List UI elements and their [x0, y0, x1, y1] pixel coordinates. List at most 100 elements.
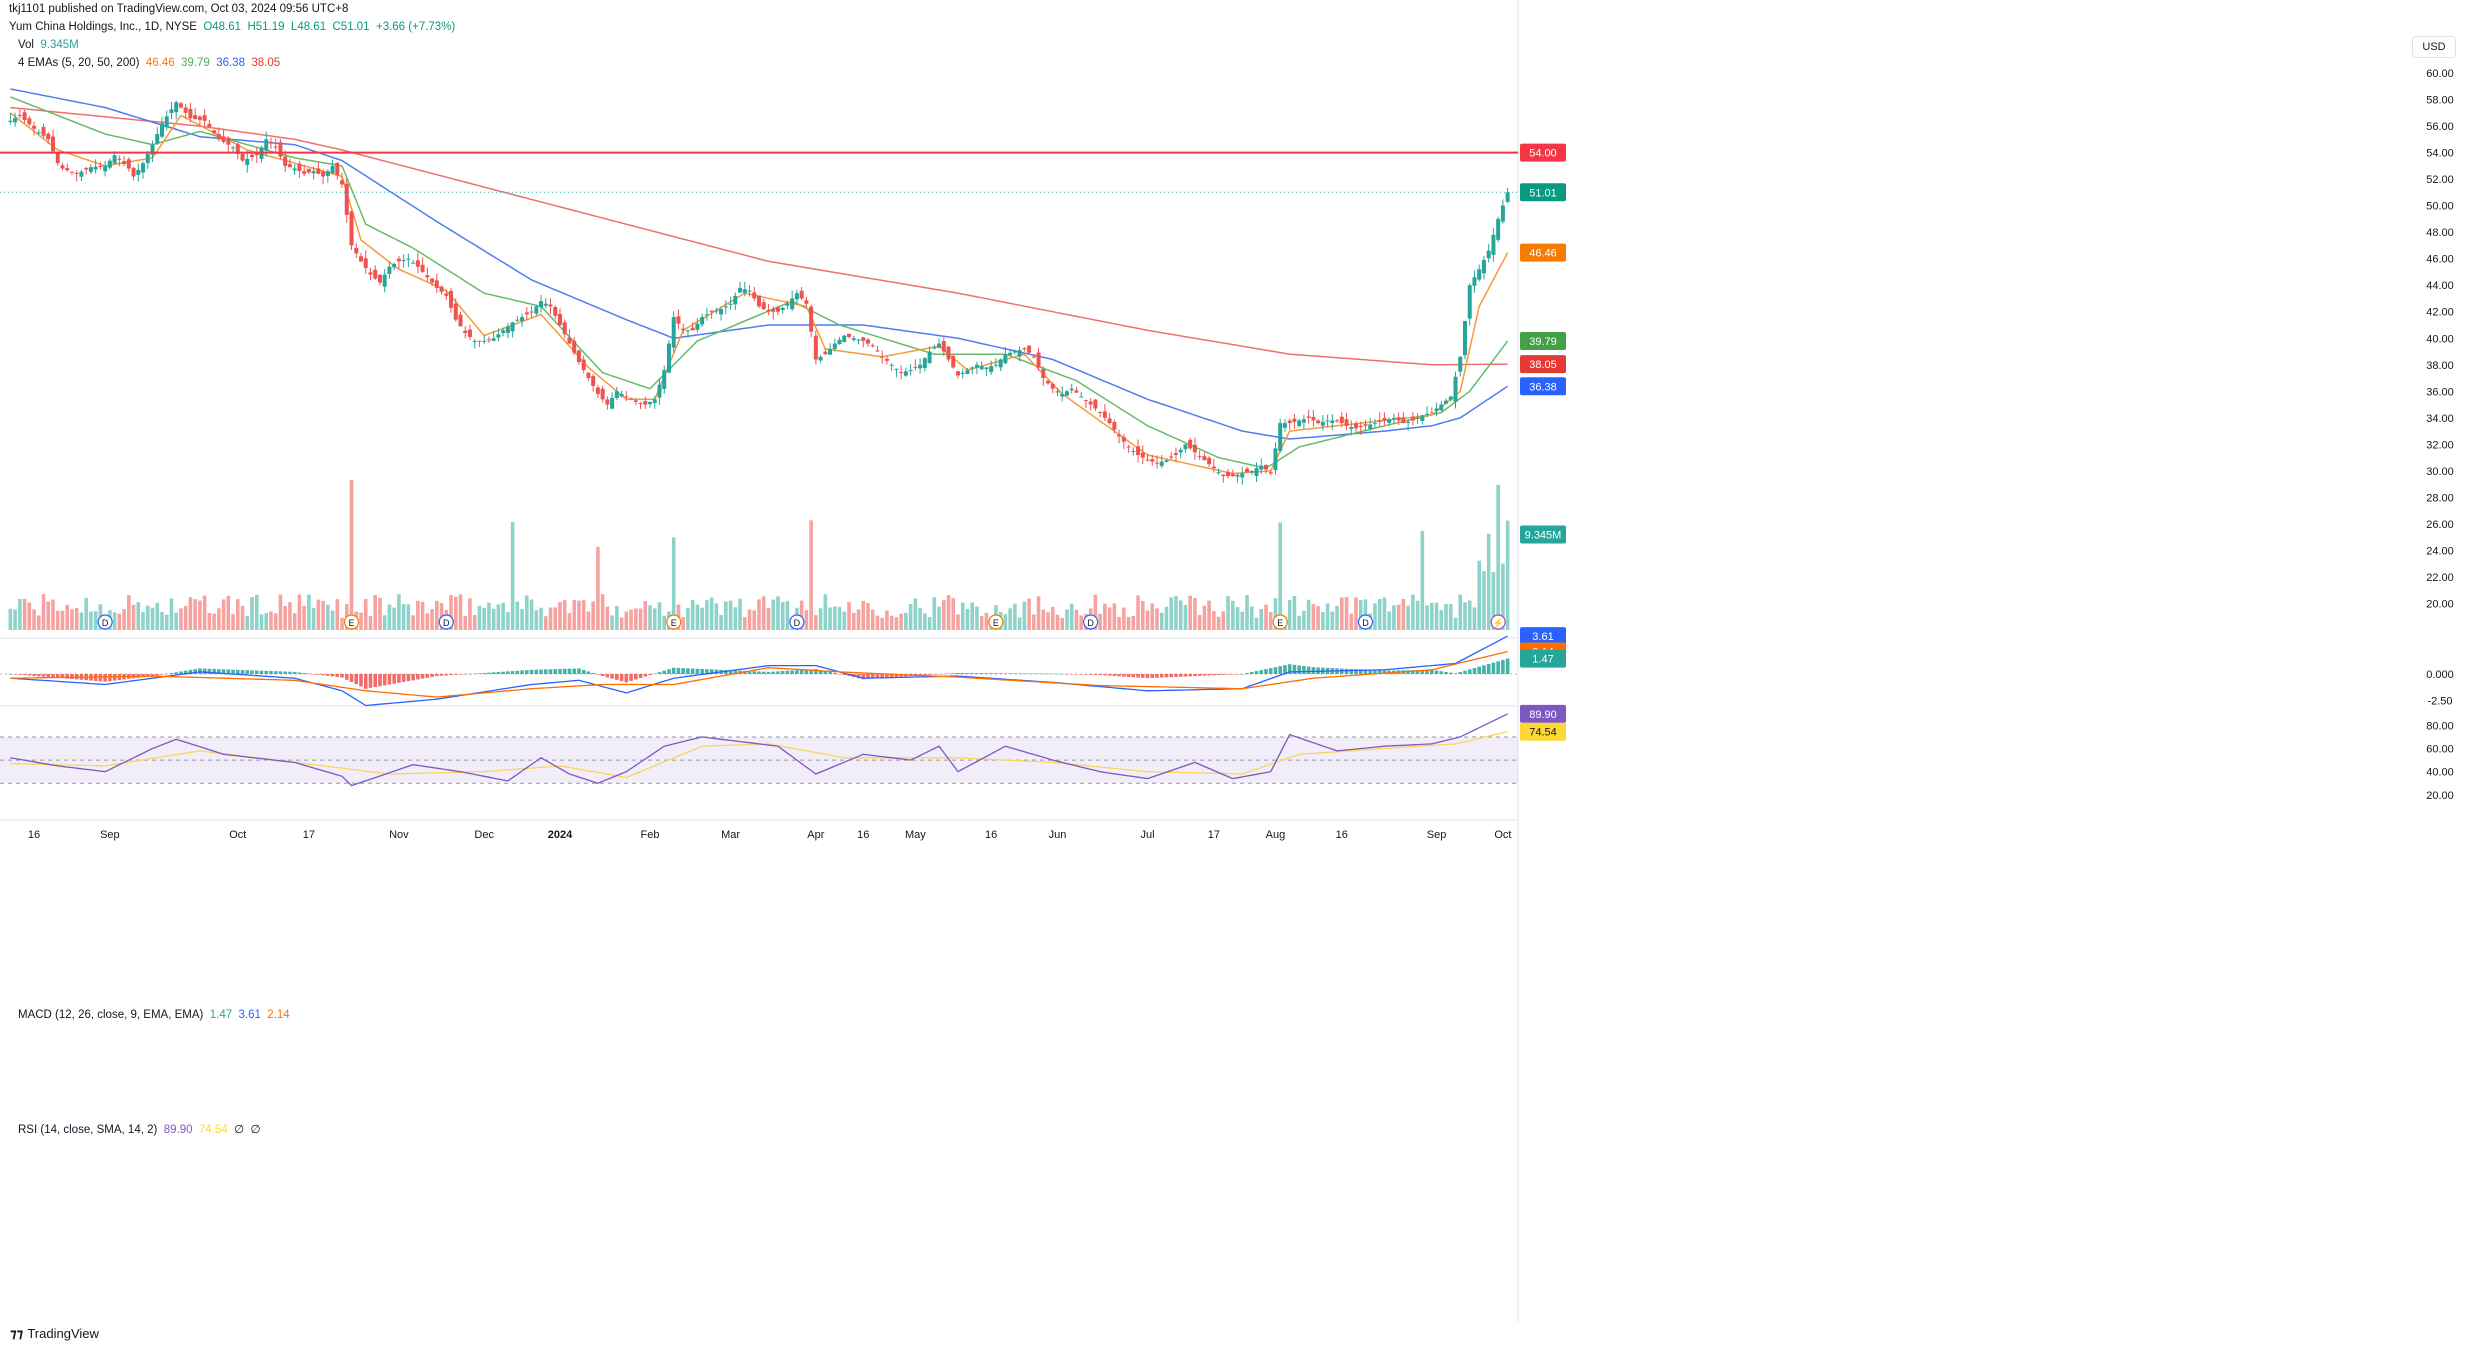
candle-body [311, 171, 316, 174]
macd-signal-value: 2.14 [267, 1009, 290, 1021]
volume-bar [382, 615, 387, 630]
volume-bar [1240, 611, 1245, 630]
macd-hist-bar [1188, 674, 1192, 677]
volume-bar [577, 600, 581, 630]
volume-bar [60, 610, 65, 630]
volume-bar [581, 600, 586, 630]
volume-bar [591, 601, 595, 630]
macd-hist-bar [8, 674, 13, 675]
candle-body [112, 155, 117, 164]
macd-hist-bar [506, 671, 510, 674]
macd-hist-bar [430, 674, 434, 677]
macd-hist-bar [1136, 674, 1140, 678]
candle-body [695, 323, 700, 330]
volume-bar [1074, 609, 1079, 630]
macd-hist-bar [278, 671, 283, 674]
price-tick-label: 30.00 [2426, 466, 2454, 478]
candle-body [60, 165, 65, 169]
volume-bar [1249, 606, 1254, 630]
volume-bar [193, 599, 197, 630]
candle-body [74, 172, 79, 174]
candle-body [510, 322, 515, 332]
volume-bar [1306, 599, 1311, 630]
macd-hist-bar [259, 670, 264, 674]
macd-hist-bar [1017, 673, 1022, 674]
macd-hist-bar [1060, 673, 1065, 675]
currency-button[interactable]: USD [2412, 36, 2456, 58]
candle-body [1316, 420, 1321, 424]
candle-body [1268, 472, 1273, 474]
candle-body [69, 171, 74, 173]
candle-body [245, 158, 250, 165]
price-tick-label: 26.00 [2426, 519, 2454, 531]
volume-bar [918, 608, 922, 630]
candle-body [804, 300, 809, 304]
volume-bar [131, 604, 136, 630]
volume-bar [84, 597, 88, 630]
volume-bar [567, 613, 572, 630]
candle-body [1083, 400, 1088, 402]
macd-hist-bar [487, 672, 491, 674]
macd-hist-bar [932, 674, 937, 675]
volume-bar [1140, 600, 1145, 630]
volume-bar [117, 613, 122, 630]
volume-bar [169, 598, 174, 630]
macd-hist-bar [373, 674, 378, 688]
macd-hist-bar [439, 674, 444, 676]
macd-hist-bar [1003, 673, 1008, 674]
rsi-ma-axis-label: 74.54 [1529, 727, 1557, 739]
macd-legend[interactable]: MACD (12, 26, close, 9, EMA, EMA) 1.47 3… [18, 1009, 290, 1021]
ema-legend[interactable]: 4 EMAs (5, 20, 50, 200) 46.46 39.79 36.3… [18, 57, 280, 69]
candle-body [610, 397, 615, 409]
volume-bar [1036, 596, 1041, 630]
macd-hist-bar [292, 671, 297, 674]
volume-bar [818, 608, 823, 630]
macd-hist-bar [354, 674, 359, 685]
macd-hist-bar [1103, 674, 1107, 676]
chart-canvas[interactable]: 62.0060.0058.0056.0054.0052.0050.0048.00… [0, 0, 2469, 1350]
candle-body [1117, 434, 1122, 437]
volume-bar [904, 612, 908, 630]
candle-body [1477, 269, 1482, 280]
rsi-legend[interactable]: RSI (14, close, SMA, 14, 2) 89.90 74.54 … [18, 1122, 261, 1136]
macd-hist-bar [998, 673, 1003, 674]
macd-hist-bar [771, 671, 776, 674]
brand-footer: ⁊⁊ TradingView [10, 1326, 99, 1342]
volume-bar [326, 604, 330, 630]
candle-body [1012, 351, 1017, 353]
volume-bar [1050, 606, 1055, 630]
volume-bar [506, 611, 510, 630]
candle-body [1235, 474, 1240, 477]
macd-hist-bar [1467, 669, 1472, 674]
macd-hist-bar [652, 673, 657, 675]
candle-body [828, 348, 833, 355]
candle-body [738, 287, 743, 293]
time-axis-label: Nov [389, 829, 409, 841]
volume-bar [46, 601, 51, 630]
volume-bar [908, 603, 913, 630]
macd-hist-bar [837, 674, 842, 675]
macd-hist-bar [572, 668, 577, 674]
candle-body [633, 400, 638, 402]
candle-body [809, 306, 814, 332]
macd-hist-bar [1013, 673, 1017, 674]
macd-hist-bar [927, 674, 932, 675]
volume-legend[interactable]: Vol 9.345M [18, 39, 79, 51]
volume-bar [155, 602, 160, 630]
macd-hist-bar [1022, 673, 1027, 674]
macd-hist-bar [1278, 666, 1282, 674]
candle-body [36, 132, 41, 134]
macd-hist-bar [32, 674, 36, 676]
macd-hist-bar [695, 668, 700, 674]
candle-body [842, 335, 847, 343]
macd-hist-bar [510, 671, 515, 674]
macd-line-value: 3.61 [238, 1009, 261, 1021]
macd-hist-bar [643, 674, 648, 677]
candle-body [1074, 390, 1079, 393]
candle-body [956, 371, 961, 376]
volume-bar [804, 610, 809, 630]
brand-name: TradingView [27, 1326, 99, 1341]
volume-bar [709, 597, 714, 630]
candle-body [444, 293, 449, 296]
candle-body [1017, 350, 1022, 357]
